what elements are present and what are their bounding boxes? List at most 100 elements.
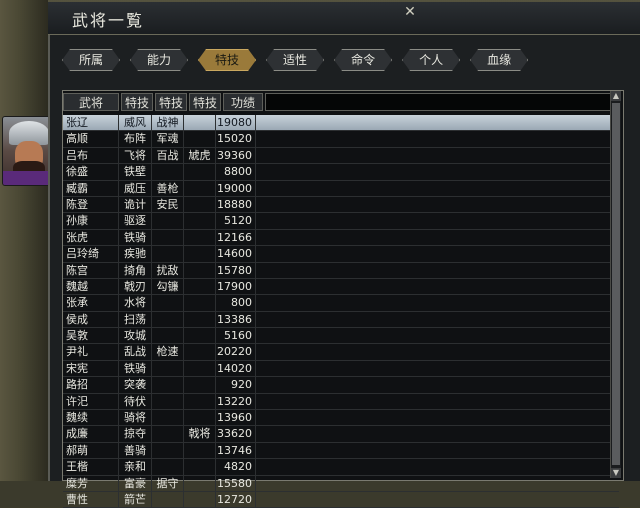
general-name: 陈宫 — [63, 262, 119, 278]
general-name: 成廉 — [63, 426, 119, 442]
merit-value: 18880 — [216, 196, 256, 213]
skill-1: 布阵 — [119, 131, 152, 147]
tab-1[interactable]: 能力 — [130, 49, 188, 71]
tab-6[interactable]: 血缘 — [470, 49, 528, 71]
skill-3 — [184, 180, 216, 196]
merit-value: 12166 — [216, 229, 256, 246]
header-skill-3[interactable]: 特技 — [189, 93, 221, 111]
general-name: 孙康 — [63, 213, 119, 229]
table-row[interactable]: 成廉 掠夺 戟将 33620 — [63, 426, 619, 443]
table-row[interactable]: 路招 突袭 920 — [63, 377, 619, 394]
skill-3 — [184, 344, 216, 360]
skill-1: 富豪 — [119, 475, 152, 491]
scroll-up-arrow-icon[interactable]: ▲ — [611, 91, 621, 101]
merit-value: 5120 — [216, 213, 256, 229]
vertical-scrollbar[interactable]: ▲ ▼ — [610, 91, 621, 478]
table-row[interactable]: 臧霸 威压 善枪 19000 — [63, 180, 619, 197]
table-row[interactable]: 陈宫 掎角 扰敌 15780 — [63, 262, 619, 279]
table-row[interactable]: 魏越 戟刃 勾镰 17900 — [63, 278, 619, 296]
merit-value: 13386 — [216, 311, 256, 328]
skill-1: 乱战 — [119, 344, 152, 360]
skill-3 — [184, 311, 216, 328]
header-merit[interactable]: 功绩 — [223, 93, 263, 111]
skill-1: 掎角 — [119, 262, 152, 278]
header-skill-2[interactable]: 特技 — [155, 93, 187, 111]
skill-1: 突袭 — [119, 377, 152, 393]
generals-table: 武将 特技 特技 特技 功绩 张辽 威风 战神 19080 高顺 布阵 军魂 15020 吕布飞… — [62, 90, 624, 508]
merit-value: 15020 — [216, 131, 256, 147]
skill-1: 亲和 — [119, 459, 152, 475]
skill-2 — [152, 426, 184, 442]
skill-1: 疾驰 — [119, 246, 152, 262]
skill-1: 水将 — [119, 295, 152, 311]
table-row[interactable]: 孙康 驱逐 5120 — [63, 213, 619, 230]
row-filler — [256, 328, 619, 343]
window-title: 武将一覧 — [72, 11, 145, 30]
table-row[interactable]: 尹礼 乱战 枪速 20220 — [63, 344, 619, 361]
skill-1: 铁骑 — [119, 229, 152, 246]
row-filler — [256, 279, 619, 294]
skill-1: 攻城 — [119, 328, 152, 344]
tab-5[interactable]: 个人 — [402, 49, 460, 71]
header-skill-1[interactable]: 特技 — [121, 93, 153, 111]
close-icon[interactable]: ✕ — [402, 5, 418, 19]
skill-3 — [184, 115, 216, 131]
skill-1: 箭芒 — [119, 491, 152, 508]
tab-2[interactable]: 特技 — [198, 49, 256, 71]
merit-value: 12720 — [216, 491, 256, 508]
table-row[interactable]: 张承 水将 800 — [63, 295, 619, 312]
generals-list-window: 武将一覧 ✕ 所属 能力 特技 适性 命令 个人 血缘 武将 特技 特技 特技 功绩 张辽威… — [48, 0, 640, 508]
table-row[interactable]: 宋宪 铁骑 14020 — [63, 360, 619, 378]
table-row[interactable]: 张辽 威风 战神 19080 — [63, 115, 619, 132]
skill-3 — [184, 246, 216, 262]
tab-4[interactable]: 命令 — [334, 49, 392, 71]
table-row[interactable]: 魏续 骑将 13960 — [63, 410, 619, 427]
row-filler — [256, 344, 619, 359]
table-row[interactable]: 王楷 亲和 4820 — [63, 459, 619, 476]
scroll-thumb[interactable] — [612, 103, 620, 465]
skill-3 — [184, 164, 216, 180]
skill-2 — [152, 491, 184, 508]
skill-2: 扰敌 — [152, 262, 184, 278]
general-name: 尹礼 — [63, 344, 119, 360]
skill-2 — [152, 442, 184, 459]
table-row[interactable]: 陈登 诡计 安民 18880 — [63, 196, 619, 214]
header-general[interactable]: 武将 — [63, 93, 119, 111]
skill-3 — [184, 262, 216, 278]
general-name: 王楷 — [63, 459, 119, 475]
table-row[interactable]: 吕布 飞将 百战 虓虎 39360 — [63, 147, 619, 165]
row-filler — [256, 263, 619, 278]
general-name: 魏续 — [63, 410, 119, 426]
skill-1: 铁骑 — [119, 360, 152, 377]
table-row[interactable]: 侯成 扫荡 13386 — [63, 311, 619, 329]
table-row[interactable]: 糜芳 富豪 据守 15580 — [63, 475, 619, 492]
merit-value: 33620 — [216, 426, 256, 442]
general-name: 曹性 — [63, 491, 119, 508]
row-filler — [256, 459, 619, 474]
table-row[interactable]: 曹性 箭芒 12720 — [63, 491, 619, 508]
skill-3 — [184, 196, 216, 213]
general-name: 吕布 — [63, 147, 119, 164]
table-row[interactable]: 高顺 布阵 军魂 15020 — [63, 131, 619, 148]
tab-0[interactable]: 所属 — [62, 49, 120, 71]
scroll-down-arrow-icon[interactable]: ▼ — [611, 468, 621, 478]
skill-2: 枪速 — [152, 344, 184, 360]
skill-3: 戟将 — [184, 426, 216, 442]
table-row[interactable]: 吕玲绮 疾驰 14600 — [63, 246, 619, 263]
skill-2: 勾镰 — [152, 278, 184, 295]
general-name: 吕玲绮 — [63, 246, 119, 262]
table-row[interactable]: 徐盛 铁壁 8800 — [63, 164, 619, 181]
row-filler — [256, 312, 619, 327]
general-name: 许汜 — [63, 393, 119, 410]
table-row[interactable]: 吴敦 攻城 5160 — [63, 328, 619, 345]
tab-label: 所属 — [79, 53, 104, 67]
tab-3[interactable]: 适性 — [266, 49, 324, 71]
general-name: 魏越 — [63, 278, 119, 295]
merit-value: 19000 — [216, 180, 256, 196]
skill-1: 善骑 — [119, 442, 152, 459]
skill-3 — [184, 442, 216, 459]
table-row[interactable]: 许汜 待伏 13220 — [63, 393, 619, 411]
table-body: 张辽 威风 战神 19080 高顺 布阵 军魂 15020 吕布 飞将 百战 虓虎 39360 徐盛 铁壁 8… — [63, 115, 619, 508]
table-row[interactable]: 张虎 铁骑 12166 — [63, 229, 619, 247]
table-row[interactable]: 郝萌 善骑 13746 — [63, 442, 619, 460]
